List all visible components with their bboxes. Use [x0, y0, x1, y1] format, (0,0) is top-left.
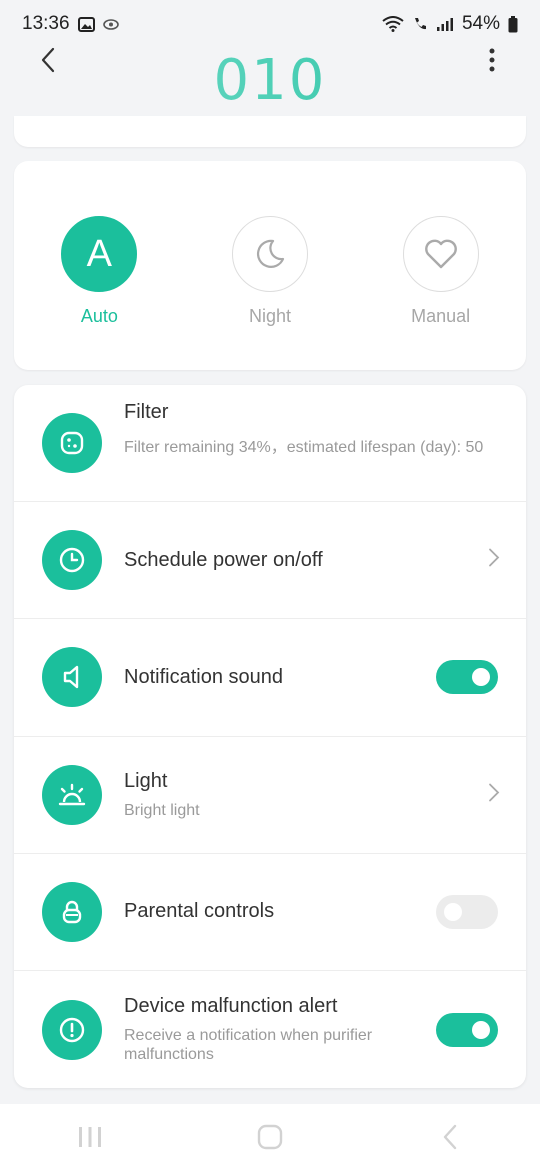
chevron-right-icon — [488, 548, 500, 573]
clock-icon — [42, 530, 102, 591]
signal-icon — [436, 17, 454, 32]
toggle-knob — [472, 1020, 490, 1039]
settings-list: Filter Filter remaining 34%，estimated li… — [14, 385, 526, 1088]
notification-sound-toggle[interactable] — [436, 660, 498, 695]
back-nav-button[interactable] — [420, 1117, 480, 1157]
mode-selector: A Auto Night Manual — [14, 161, 526, 370]
sunrise-icon — [42, 764, 102, 825]
mode-manual-button[interactable]: Manual — [381, 216, 501, 327]
notification-sound-title: Notification sound — [124, 665, 283, 688]
toggle-knob — [472, 668, 490, 687]
wifi-icon — [382, 16, 404, 32]
light-title: Light — [124, 769, 168, 792]
filter-icon — [42, 413, 102, 473]
mode-night-label: Night — [248, 306, 291, 326]
system-nav-bar — [0, 1104, 540, 1170]
mode-auto-label: Auto — [80, 306, 118, 326]
recent-apps-icon — [79, 1127, 101, 1147]
mode-manual-label: Manual — [411, 306, 471, 326]
malfunction-alert-description: Receive a notification when purifier mal… — [124, 1027, 373, 1064]
heart-icon — [424, 239, 457, 269]
filter-title: Filter — [124, 401, 169, 423]
mode-auto-button[interactable]: A Auto — [39, 216, 159, 327]
header: 010 — [0, 40, 540, 116]
battery-percent: 54% — [461, 13, 500, 34]
filter-row[interactable]: Filter Filter remaining 34%，estimated li… — [14, 385, 526, 503]
malfunction-alert-toggle[interactable] — [436, 1012, 498, 1047]
alert-icon — [42, 999, 102, 1060]
more-options-button[interactable] — [474, 42, 510, 78]
toggle-knob — [444, 902, 462, 921]
gallery-icon — [77, 16, 95, 32]
battery-icon — [508, 15, 518, 33]
back-nav-icon — [443, 1124, 457, 1150]
parental-controls-row: Parental controls — [14, 854, 526, 971]
home-icon — [257, 1124, 283, 1150]
light-status: Bright light — [124, 801, 200, 819]
schedule-title: Schedule power on/off — [124, 548, 323, 571]
auto-icon: A — [86, 232, 112, 275]
parental-controls-title: Parental controls — [124, 900, 275, 923]
mode-night-circle — [231, 216, 308, 292]
mode-auto-circle: A — [61, 216, 138, 292]
previous-card — [14, 116, 526, 147]
wifi-call-icon — [412, 16, 428, 32]
mode-night-button[interactable]: Night — [210, 216, 330, 327]
malfunction-alert-title: Device malfunction alert — [124, 995, 338, 1018]
malfunction-alert-row: Device malfunction alert Receive a notif… — [14, 971, 526, 1088]
eye-icon — [102, 18, 119, 30]
light-row[interactable]: Light Bright light — [14, 737, 526, 854]
parental-controls-toggle[interactable] — [436, 894, 498, 929]
chevron-right-icon — [488, 782, 500, 807]
more-vertical-icon — [489, 48, 495, 72]
recent-apps-button[interactable] — [60, 1117, 120, 1157]
lock-icon — [42, 881, 102, 942]
speaker-icon — [42, 647, 102, 708]
status-time: 13:36 — [22, 13, 70, 34]
moon-icon — [256, 239, 285, 268]
page-title: 010 — [0, 48, 540, 113]
schedule-row[interactable]: Schedule power on/off — [14, 502, 526, 620]
home-button[interactable] — [240, 1117, 300, 1157]
mode-manual-circle — [402, 216, 479, 292]
notification-sound-row: Notification sound — [14, 619, 526, 737]
filter-status: Filter remaining 34%，estimated lifespan … — [124, 439, 484, 456]
